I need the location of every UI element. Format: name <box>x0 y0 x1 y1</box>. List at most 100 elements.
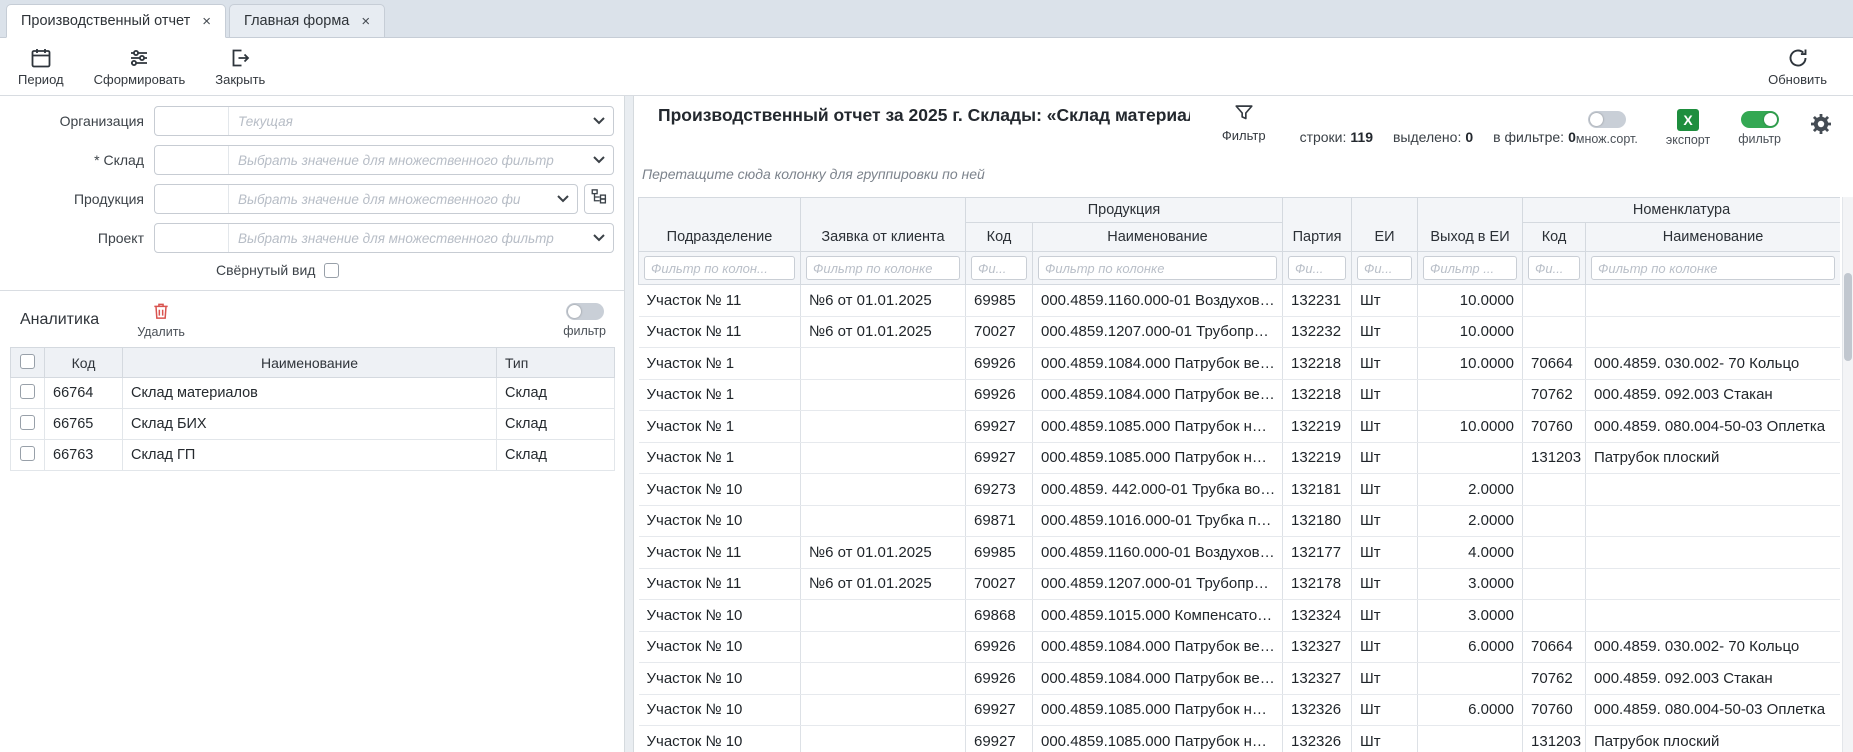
chevron-down-icon[interactable] <box>585 234 613 242</box>
table-row[interactable]: Участок № 169926000.4859.1084.000 Патруб… <box>639 379 1841 411</box>
filter-input-nomen-code[interactable] <box>1528 256 1580 280</box>
cell-nomen-name <box>1586 505 1840 537</box>
panel-splitter[interactable] <box>624 96 634 752</box>
analytics-header-row: Код Наименование Тип <box>11 348 615 378</box>
period-button[interactable]: Период <box>18 46 64 87</box>
table-row[interactable]: Участок № 169927000.4859.1085.000 Патруб… <box>639 442 1841 474</box>
row-checkbox[interactable] <box>20 415 35 430</box>
table-row[interactable]: Участок № 1069273000.4859. 442.000-01 Тр… <box>639 474 1841 506</box>
filter-input-division[interactable] <box>644 256 795 280</box>
col-nomen-name[interactable]: Наименование <box>1586 223 1840 252</box>
collapsed-view-checkbox[interactable] <box>324 263 339 278</box>
cell-product-code: 69926 <box>966 348 1033 380</box>
row-checkbox[interactable] <box>20 384 35 399</box>
organization-placeholder: Текущая <box>229 114 585 129</box>
filter-input-batch[interactable] <box>1288 256 1346 280</box>
group-by-hint[interactable]: Перетащите сюда колонку для группировки … <box>642 166 985 182</box>
project-label: Проект <box>0 230 154 246</box>
col-nomen-code[interactable]: Код <box>1523 223 1586 252</box>
cell-batch: 132181 <box>1283 474 1352 506</box>
table-row[interactable]: Участок № 1069871000.4859.1016.000-01 Тр… <box>639 505 1841 537</box>
col-output[interactable]: Выход в ЕИ <box>1418 198 1523 252</box>
filter-button[interactable]: Фильтр <box>1222 102 1266 143</box>
select-all-cell <box>11 348 45 378</box>
select-all-checkbox[interactable] <box>20 354 35 369</box>
group-header-row: Подразделение Заявка от клиента Продукци… <box>639 198 1841 223</box>
cell-division: Участок № 11 <box>639 568 801 600</box>
exit-icon <box>228 46 252 70</box>
cell-division: Участок № 10 <box>639 694 801 726</box>
report-table: Подразделение Заявка от клиента Продукци… <box>638 197 1840 752</box>
table-row[interactable]: Участок № 169926000.4859.1084.000 Патруб… <box>639 348 1841 380</box>
cell-code: 66765 <box>45 409 123 440</box>
analytics-col-code[interactable]: Код <box>45 348 123 378</box>
tab-production-report[interactable]: Производственный отчет × <box>6 4 226 38</box>
col-client-order[interactable]: Заявка от клиента <box>801 198 966 252</box>
tab-main-form[interactable]: Главная форма × <box>229 4 385 38</box>
cell-nomen-code <box>1523 537 1586 569</box>
col-unit[interactable]: ЕИ <box>1352 198 1418 252</box>
col-division[interactable]: Подразделение <box>639 198 801 252</box>
report-table-wrap: Подразделение Заявка от клиента Продукци… <box>638 197 1840 752</box>
multisort-label: множ.сорт. <box>1576 132 1638 146</box>
chevron-down-icon[interactable] <box>585 156 613 164</box>
analytics-row[interactable]: 66765Склад БИХСклад <box>11 409 615 440</box>
filters-form: Организация Текущая * Склад Выбрать знач… <box>0 96 624 278</box>
table-row[interactable]: Участок № 11№6 от 01.01.202570027000.485… <box>639 316 1841 348</box>
cell-product-name: 000.4859.1085.000 Патрубок н… <box>1033 411 1283 443</box>
close-tab-icon[interactable]: × <box>361 14 370 29</box>
settings-button[interactable] <box>1809 112 1833 141</box>
delete-button[interactable]: Удалить <box>137 301 185 339</box>
product-select[interactable]: Выбрать значение для множественного фи <box>154 184 578 214</box>
warehouse-select[interactable]: Выбрать значение для множественного филь… <box>154 145 614 175</box>
chevron-down-icon[interactable] <box>585 117 613 125</box>
group-production[interactable]: Продукция <box>966 198 1283 223</box>
filter-input-product-name[interactable] <box>1038 256 1277 280</box>
analytics-row[interactable]: 66763Склад ГПСклад <box>11 440 615 471</box>
filter-input-unit[interactable] <box>1357 256 1412 280</box>
table-row[interactable]: Участок № 1069927000.4859.1085.000 Патру… <box>639 726 1841 752</box>
col-batch[interactable]: Партия <box>1283 198 1352 252</box>
filter-input-product-code[interactable] <box>971 256 1027 280</box>
cell-product-code: 69927 <box>966 411 1033 443</box>
table-row[interactable]: Участок № 169927000.4859.1085.000 Патруб… <box>639 411 1841 443</box>
project-select[interactable]: Выбрать значение для множественного филь… <box>154 223 614 253</box>
analytics-filter-toggle[interactable] <box>566 303 604 320</box>
table-row[interactable]: Участок № 11№6 от 01.01.202569985000.485… <box>639 537 1841 569</box>
excel-export-icon[interactable]: X <box>1677 109 1699 131</box>
row-checkbox[interactable] <box>20 446 35 461</box>
table-row[interactable]: Участок № 1069868000.4859.1015.000 Компе… <box>639 600 1841 632</box>
table-row[interactable]: Участок № 1069926000.4859.1084.000 Патру… <box>639 631 1841 663</box>
multisort-toggle[interactable] <box>1588 111 1626 128</box>
col-product-code[interactable]: Код <box>966 223 1033 252</box>
vertical-scrollbar[interactable] <box>1842 197 1853 752</box>
cell-code: 66764 <box>45 378 123 409</box>
cell-nomen-name: Патрубок плоский <box>1586 442 1840 474</box>
generate-button[interactable]: Сформировать <box>94 46 186 87</box>
product-hierarchy-button[interactable] <box>584 184 614 214</box>
table-row[interactable]: Участок № 1069926000.4859.1084.000 Патру… <box>639 663 1841 695</box>
cell-unit: Шт <box>1352 505 1418 537</box>
group-nomenclature[interactable]: Номенклатура <box>1523 198 1840 223</box>
cell-name: Склад ГП <box>123 440 497 471</box>
table-row[interactable]: Участок № 1069927000.4859.1085.000 Патру… <box>639 694 1841 726</box>
filter-toggle[interactable] <box>1741 111 1779 128</box>
table-row[interactable]: Участок № 11№6 от 01.01.202569985000.485… <box>639 285 1841 317</box>
table-row[interactable]: Участок № 11№6 от 01.01.202570027000.485… <box>639 568 1841 600</box>
analytics-col-name[interactable]: Наименование <box>123 348 497 378</box>
refresh-button[interactable]: Обновить <box>1768 46 1827 87</box>
filter-input-client-order[interactable] <box>806 256 960 280</box>
filter-input-output[interactable] <box>1423 256 1517 280</box>
organization-select[interactable]: Текущая <box>154 106 614 136</box>
cell-nomen-name: 000.4859. 080.004-50-03 Оплетка <box>1586 694 1840 726</box>
analytics-row[interactable]: 66764Склад материаловСклад <box>11 378 615 409</box>
scrollbar-thumb[interactable] <box>1844 273 1852 361</box>
cell-batch: 132326 <box>1283 694 1352 726</box>
chevron-down-icon[interactable] <box>549 195 577 203</box>
filter-input-nomen-name[interactable] <box>1591 256 1835 280</box>
analytics-col-type[interactable]: Тип <box>497 348 615 378</box>
close-tab-icon[interactable]: × <box>202 14 211 29</box>
col-product-name[interactable]: Наименование <box>1033 223 1283 252</box>
cell-product-name: 000.4859.1084.000 Патрубок ве… <box>1033 663 1283 695</box>
close-report-button[interactable]: Закрыть <box>215 46 265 87</box>
